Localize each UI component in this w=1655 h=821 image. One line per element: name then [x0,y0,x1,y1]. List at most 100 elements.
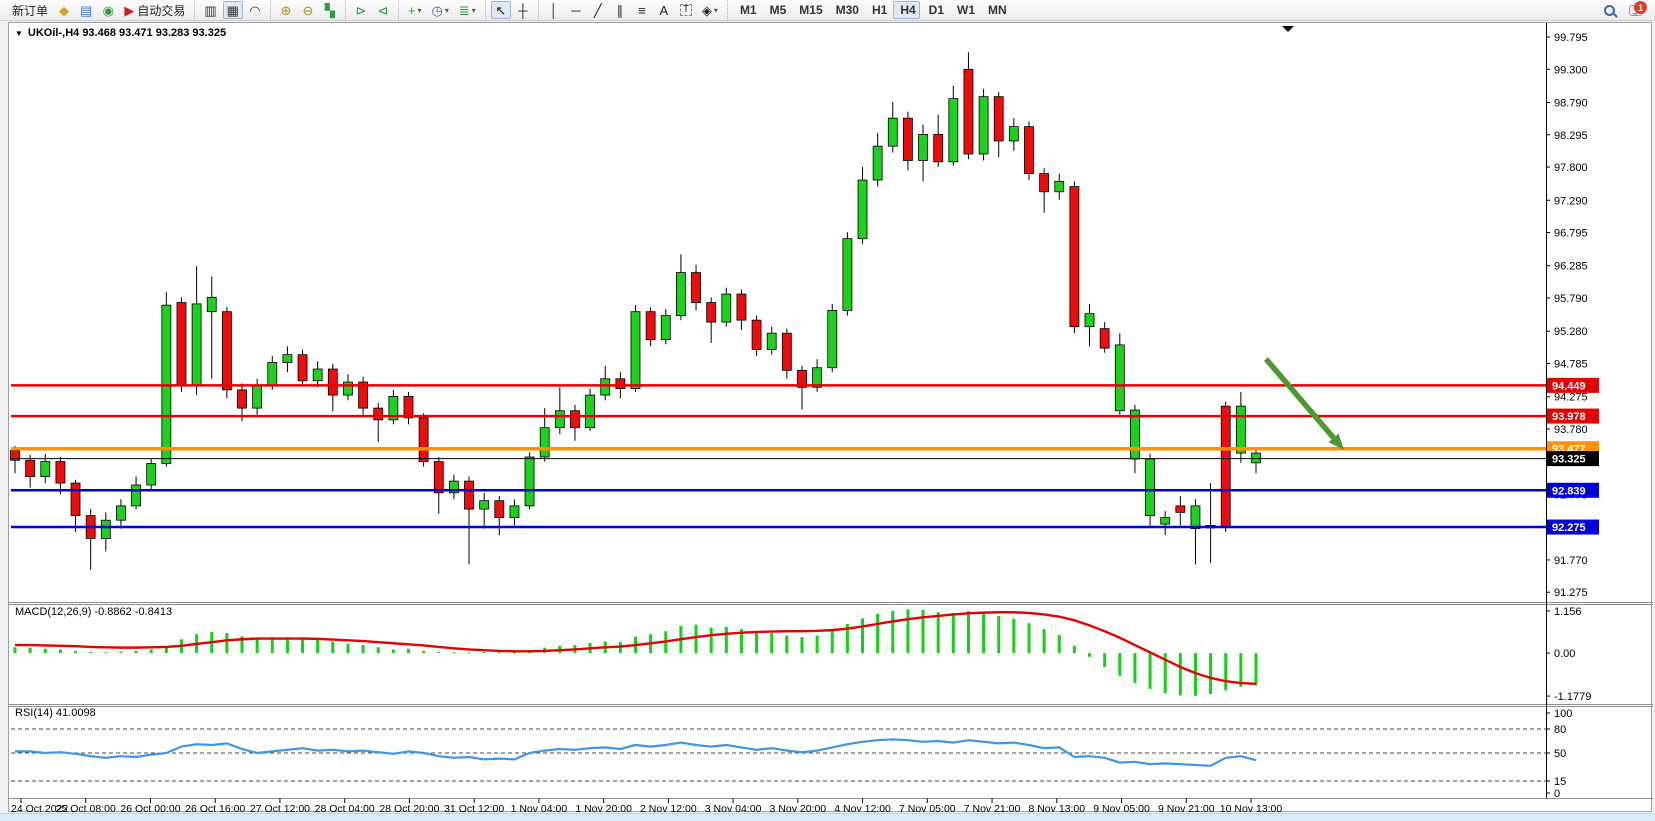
signals-icon: ◉ [103,4,114,17]
candle-body [1130,410,1139,459]
fibonacci-icon: ≡ [638,4,646,17]
svg-text:50: 50 [1554,748,1566,760]
candle-body [147,464,156,486]
zoom-in-icon[interactable]: ⊕ [276,1,296,19]
time-axis-label: 4 Nov 12:00 [834,803,891,813]
macd-bar [1043,629,1046,653]
bar-chart-icon[interactable]: ▥ [200,1,220,19]
candle-body [828,310,837,367]
candle-body [419,418,428,462]
macd-bar [891,611,894,653]
macd-bar [165,648,168,653]
cursor-icon[interactable]: ↖ [491,1,511,19]
new-order-button[interactable]: 新订单 [5,1,52,19]
macd-bar [816,636,819,654]
candle-body [1236,406,1245,453]
channel-icon[interactable]: ∥ [610,1,630,19]
line-chart-icon[interactable]: ◠ [245,1,265,19]
period-icon[interactable]: ◷▾ [428,1,453,19]
tf-m1-button[interactable]: M1 [733,1,761,19]
macd-bar [437,652,440,653]
arrow-annotation[interactable] [1266,359,1344,450]
candle-body [374,408,383,420]
svg-text:97.800: 97.800 [1554,162,1588,174]
time-axis[interactable]: 24 Oct 202225 Oct 08:0026 Oct 00:0026 Oc… [11,799,1282,814]
candle-body [1191,506,1200,529]
price-chart[interactable]: 99.79599.30098.79098.29597.80097.29096.7… [9,23,1653,813]
candlestick-chart-icon[interactable]: ▦ [223,1,243,19]
candle-body [1176,506,1185,513]
crosshair-icon[interactable]: ┼ [513,1,533,19]
tf-w1-button[interactable]: W1 [950,1,979,19]
candle-body [934,134,943,161]
toolbar-right: 1 [1604,0,1649,21]
tf-d1-button[interactable]: D1 [922,1,948,19]
macd-bar [725,627,728,653]
macd-bar [301,638,304,653]
tf-mn-button[interactable]: MN [981,1,1011,19]
tf-h1-button[interactable]: H1 [865,1,891,19]
zoom-out-icon[interactable]: ⊖ [298,1,318,19]
market-watch-icon[interactable]: ▤ [76,1,96,19]
candle-body [253,385,262,408]
chevron-down-icon[interactable]: ▾ [472,6,476,15]
chart-menu-icon[interactable]: ▼ [15,29,23,38]
chevron-down-icon[interactable]: ▾ [714,6,718,15]
macd-bar [831,630,834,653]
candle-body [465,481,474,509]
candle-body [1040,174,1049,192]
tf-h4-button[interactable]: H4 [893,1,919,19]
candle-body [570,411,579,428]
tf-m30-button[interactable]: M30 [829,1,863,19]
rsi-indicator-label: RSI(14) 41.0098 [15,707,96,719]
chevron-down-icon[interactable]: ▾ [445,6,449,15]
auto-scroll-icon[interactable]: ⊳ [351,1,371,19]
candle-body [1100,329,1109,349]
fibonacci-icon[interactable]: ≡ [632,1,652,19]
macd-bar [1118,653,1121,676]
candle-body [767,333,776,349]
tf-m5-button[interactable]: M5 [763,1,791,19]
time-axis-label: 7 Nov 21:00 [964,803,1021,813]
svg-text:92.275: 92.275 [1552,522,1586,534]
time-axis-label: 7 Nov 05:00 [899,803,956,813]
svg-text:95.280: 95.280 [1554,326,1588,338]
text-icon[interactable]: A [654,1,674,19]
candle-body [979,97,988,154]
candle-body [343,382,352,395]
candle-body [616,379,625,389]
candle-body [1161,518,1170,525]
orders-icon[interactable]: ◆ [54,1,74,19]
svg-text:93.780: 93.780 [1554,424,1588,436]
candle-body [692,273,701,303]
new-chart-icon: + [408,4,416,17]
vertical-line-icon[interactable]: │ [544,1,564,19]
shapes-icon[interactable]: ◈▾ [698,1,722,19]
tf-m15-button[interactable]: M15 [792,1,826,19]
auto-trading-button[interactable]: ▶自动交易 [120,1,189,19]
candle-body [631,312,640,389]
indicators-icon[interactable]: ≣▾ [455,1,480,19]
macd-bar [1012,619,1015,653]
candle-body [177,303,186,386]
signals-icon[interactable]: ◉ [98,1,118,19]
chart-shift-icon[interactable]: ⊲ [373,1,393,19]
trendline-icon[interactable]: ╱ [588,1,608,19]
svg-text:96.795: 96.795 [1554,228,1588,240]
new-chart-icon[interactable]: +▾ [404,1,426,19]
shapes-icon: ◈ [702,4,712,17]
svg-text:96.285: 96.285 [1554,261,1588,273]
label-icon[interactable]: T [676,1,696,19]
chart-shift-marker[interactable] [1282,26,1294,32]
svg-text:97.290: 97.290 [1554,195,1588,207]
macd-bar [952,613,955,653]
tile-windows-icon[interactable]: ▚ [320,1,340,19]
search-icon[interactable] [1604,5,1615,16]
svg-text:15: 15 [1554,776,1566,788]
chevron-down-icon[interactable]: ▾ [418,6,422,15]
horizontal-line-icon[interactable]: ─ [566,1,586,19]
zoom-out-icon: ⊖ [302,4,313,17]
macd-bar [286,639,289,654]
time-axis-label: 28 Oct 04:00 [315,803,375,813]
time-axis-label: 28 Oct 20:00 [379,803,439,813]
